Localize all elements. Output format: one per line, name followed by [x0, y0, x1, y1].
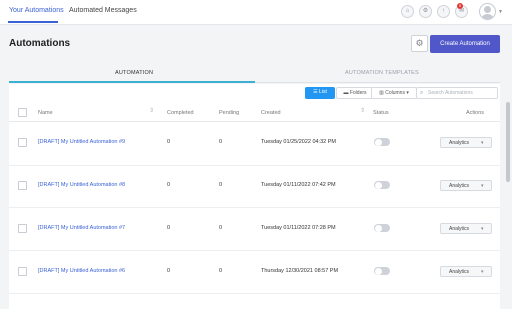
toggle-knob — [374, 224, 382, 232]
folder-icon: ▬ — [343, 90, 349, 96]
sort-icon[interactable]: ⇕ — [149, 108, 154, 114]
row-checkbox[interactable] — [18, 267, 27, 276]
completed-count: 0 — [167, 182, 171, 188]
status-toggle[interactable] — [374, 224, 390, 232]
chevron-down-icon: ▾ — [481, 183, 484, 189]
pending-count: 0 — [219, 139, 223, 145]
folders-label: Folders — [349, 90, 367, 96]
notification-badge: 9 — [457, 3, 463, 9]
list-label: List — [319, 89, 327, 95]
analytics-dropdown-button[interactable]: Analytics ▾ — [440, 223, 492, 234]
pending-count: 0 — [219, 225, 223, 231]
list-view-button[interactable]: ☰ List — [305, 87, 335, 99]
created-date: Tuesday 01/11/2022 07:42 PM — [261, 182, 336, 188]
automation-name-link[interactable]: [DRAFT] My Untitled Automation #9 — [38, 139, 125, 145]
active-tab-indicator — [8, 21, 58, 23]
analytics-dropdown-button[interactable]: Analytics ▾ — [440, 137, 492, 148]
toggle-knob — [374, 267, 382, 275]
columns-dropdown[interactable]: ▥ Columns ▾ — [371, 87, 417, 99]
page-title: Automations — [9, 38, 71, 49]
select-all-checkbox[interactable] — [18, 108, 27, 117]
row-divider — [9, 207, 500, 208]
analytics-label: Analytics — [449, 226, 470, 232]
row-divider — [9, 250, 500, 251]
top-nav: Your Automations Automated Messages ⌂ ⚙ … — [0, 0, 512, 25]
column-header-created[interactable]: Created — [261, 110, 281, 116]
row-divider — [9, 293, 500, 294]
completed-count: 0 — [167, 225, 171, 231]
status-toggle[interactable] — [374, 138, 390, 146]
row-checkbox[interactable] — [18, 138, 27, 147]
automation-name-link[interactable]: [DRAFT] My Untitled Automation #6 — [38, 268, 125, 274]
home-icon[interactable]: ⌂ — [401, 5, 414, 18]
row-divider — [9, 165, 500, 166]
folders-view-button[interactable]: ▬ Folders — [336, 87, 374, 99]
page-scrollbar[interactable] — [506, 102, 510, 182]
avatar-head-icon — [484, 6, 491, 13]
list-icon: ☰ — [313, 89, 318, 95]
column-header-completed[interactable]: Completed — [167, 110, 194, 116]
tab-automation[interactable]: AUTOMATION — [115, 70, 153, 76]
analytics-label: Analytics — [449, 183, 470, 189]
upload-icon[interactable]: ↑ — [437, 5, 450, 18]
created-date: Tuesday 01/11/2022 07:28 PM — [261, 225, 336, 231]
create-automation-button[interactable]: Create Automation — [430, 35, 500, 53]
chevron-down-icon: ▾ — [481, 226, 484, 232]
gear-icon: ⚙ — [415, 38, 424, 48]
tab-automation-templates[interactable]: AUTOMATION TEMPLATES — [345, 70, 419, 76]
avatar[interactable] — [479, 3, 496, 20]
tab-automated-messages[interactable]: Automated Messages — [69, 7, 137, 14]
chevron-down-icon: ▾ — [481, 140, 484, 146]
pending-count: 0 — [219, 268, 223, 274]
settings-icon[interactable]: ⚙ — [419, 5, 432, 18]
section-divider — [255, 82, 500, 83]
automations-card: ☰ List ▬ Folders ▥ Columns ▾ ⌕ Search Au… — [9, 84, 500, 309]
chevron-down-icon: ▾ — [406, 90, 409, 96]
analytics-label: Analytics — [449, 140, 470, 146]
analytics-label: Analytics — [449, 269, 470, 275]
chevron-down-icon: ▾ — [481, 269, 484, 275]
columns-label: Columns — [385, 90, 405, 96]
search-input[interactable]: ⌕ Search Automations — [416, 87, 498, 99]
active-section-indicator — [9, 81, 255, 83]
toggle-knob — [374, 181, 382, 189]
sort-icon[interactable]: ⇕ — [360, 108, 365, 114]
column-header-status[interactable]: Status — [373, 110, 389, 116]
search-icon: ⌕ — [420, 90, 424, 96]
column-header-actions: Actions — [466, 110, 485, 116]
column-header-name[interactable]: Name — [38, 110, 53, 116]
pending-count: 0 — [219, 182, 223, 188]
status-toggle[interactable] — [374, 181, 390, 189]
created-date: Tuesday 01/25/2022 04:32 PM — [261, 139, 337, 145]
columns-icon: ▥ — [379, 90, 384, 96]
toggle-knob — [374, 138, 382, 146]
chevron-down-icon[interactable]: ▼ — [498, 9, 503, 15]
row-checkbox[interactable] — [18, 224, 27, 233]
row-checkbox[interactable] — [18, 181, 27, 190]
created-date: Thursday 12/30/2021 08:57 PM — [261, 268, 339, 274]
analytics-dropdown-button[interactable]: Analytics ▾ — [440, 180, 492, 191]
completed-count: 0 — [167, 268, 171, 274]
status-toggle[interactable] — [374, 267, 390, 275]
completed-count: 0 — [167, 139, 171, 145]
avatar-body-icon — [482, 14, 493, 19]
automation-name-link[interactable]: [DRAFT] My Untitled Automation #8 — [38, 182, 125, 188]
column-header-pending[interactable]: Pending — [219, 110, 239, 116]
tab-your-automations[interactable]: Your Automations — [9, 7, 64, 14]
search-placeholder: Search Automations — [428, 90, 473, 96]
header-divider — [9, 121, 500, 122]
settings-gear-button[interactable]: ⚙ — [411, 35, 428, 52]
automation-name-link[interactable]: [DRAFT] My Untitled Automation #7 — [38, 225, 125, 231]
analytics-dropdown-button[interactable]: Analytics ▾ — [440, 266, 492, 277]
